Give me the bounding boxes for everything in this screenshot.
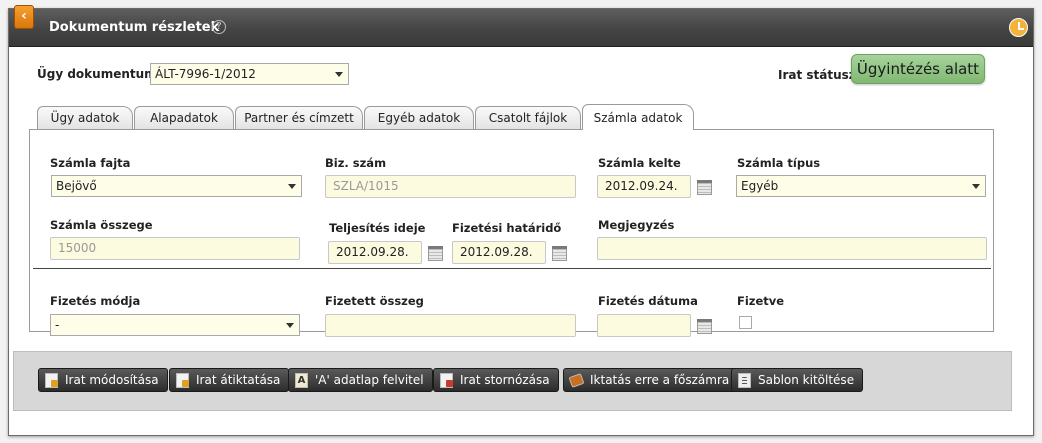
ledger-icon <box>568 373 585 388</box>
payment-date-label: Fizetés dátuma <box>598 294 698 308</box>
paid-label: Fizetve <box>737 294 785 308</box>
completion-date-label: Teljesítés ideje <box>329 221 426 235</box>
cancel-document-button[interactable]: Irat stornózása <box>433 368 559 392</box>
chevron-down-icon <box>288 184 296 189</box>
remark-field[interactable] <box>597 237 987 260</box>
tab-case-data[interactable]: Ügy adatok <box>37 106 133 130</box>
tab-invoice-data[interactable]: Számla adatok <box>582 104 694 130</box>
chevron-down-icon <box>286 323 294 328</box>
section-divider <box>33 268 991 269</box>
paid-amount-label: Fizetett összeg <box>325 294 424 308</box>
calendar-icon[interactable] <box>552 246 567 261</box>
payment-method-select[interactable]: - <box>50 314 300 336</box>
invoice-type-label: Számla típus <box>737 156 821 170</box>
invoice-type-value: Egyéb <box>741 179 779 193</box>
transfer-document-icon <box>176 373 189 388</box>
button-label: Iktatás erre a főszámra <box>590 373 730 387</box>
invoice-type-select[interactable]: Egyéb <box>736 175 986 197</box>
button-label: 'A' adatlap felvitel <box>315 373 424 387</box>
cancel-document-icon <box>440 373 453 388</box>
clock-icon[interactable] <box>1009 18 1028 37</box>
completion-date-field[interactable]: 2012.09.28. <box>328 241 422 264</box>
modify-document-button[interactable]: Irat módosítása <box>38 368 168 392</box>
tab-other-data[interactable]: Egyéb adatok <box>364 106 474 130</box>
tab-partner-recipient[interactable]: Partner és címzett <box>235 106 363 130</box>
edit-document-icon <box>45 373 58 388</box>
payment-date-field[interactable] <box>597 314 691 337</box>
window-title: Dokumentum részletek <box>49 20 220 35</box>
help-icon[interactable]: ? <box>212 20 226 34</box>
letter-a-icon: A <box>295 373 308 388</box>
transfer-document-button[interactable]: Irat átiktatása <box>169 368 290 392</box>
register-to-main-number-button[interactable]: Iktatás erre a főszámra <box>563 368 739 392</box>
chevron-down-icon <box>972 184 980 189</box>
fill-template-button[interactable]: Sablon kitöltése <box>731 368 864 392</box>
tab-basic-data[interactable]: Alapadatok <box>134 106 234 130</box>
invoice-kind-label: Számla fajta <box>50 156 131 170</box>
button-label: Irat átiktatása <box>196 373 281 387</box>
payment-deadline-field[interactable]: 2012.09.28. <box>452 241 546 264</box>
back-icon[interactable]: ‹ <box>14 5 34 29</box>
doc-number-label: Biz. szám <box>325 156 387 170</box>
invoice-date-field[interactable]: 2012.09.24. <box>597 175 691 198</box>
doc-number-field: SZLA/1015 <box>325 175 576 198</box>
calendar-icon[interactable] <box>697 180 712 195</box>
case-documents-value: ÁLT-7996-1/2012 <box>155 67 256 81</box>
invoice-amount-label: Számla összege <box>50 218 153 232</box>
calendar-icon[interactable] <box>697 319 712 334</box>
paid-amount-field[interactable] <box>325 314 576 337</box>
chevron-down-icon <box>335 72 343 77</box>
title-bar: ‹ Dokumentum részletek ? <box>9 5 1033 47</box>
remark-label: Megjegyzés <box>598 218 675 232</box>
payment-method-value: - <box>55 318 60 332</box>
add-a-form-button[interactable]: A 'A' adatlap felvitel <box>288 368 433 392</box>
payment-deadline-label: Fizetési határidő <box>452 221 562 235</box>
calendar-icon[interactable] <box>428 246 443 261</box>
payment-method-label: Fizetés módja <box>50 294 141 308</box>
button-label: Sablon kitöltése <box>758 373 855 387</box>
button-label: Irat módosítása <box>65 373 159 387</box>
invoice-amount-field: 15000 <box>50 237 300 260</box>
status-badge: Ügyintézés alatt <box>851 54 985 84</box>
invoice-kind-value: Bejövő <box>56 179 97 193</box>
button-label: Irat stornózása <box>460 373 550 387</box>
tab-attached-files[interactable]: Csatolt fájlok <box>475 106 581 130</box>
invoice-kind-select[interactable]: Bejövő <box>51 175 302 197</box>
case-documents-select[interactable]: ÁLT-7996-1/2012 <box>150 63 349 85</box>
invoice-date-label: Számla kelte <box>598 156 681 170</box>
clipboard-icon <box>738 373 751 388</box>
paid-checkbox[interactable] <box>739 316 752 329</box>
